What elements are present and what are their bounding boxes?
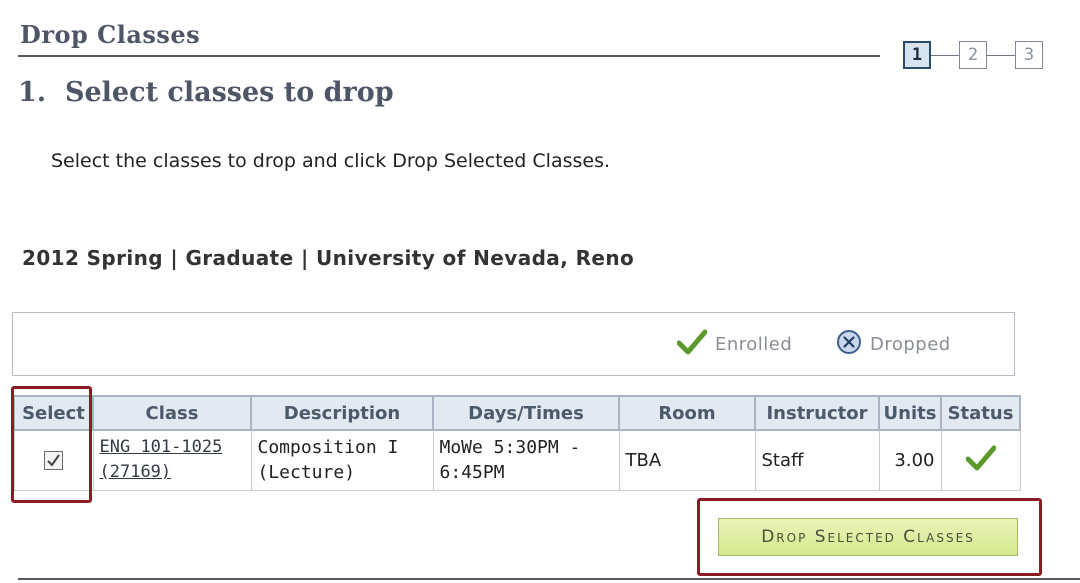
step-3: 3 [1015, 41, 1043, 69]
status-legend: Enrolled Dropped [12, 312, 1015, 376]
check-icon [676, 329, 708, 360]
step-2: 2 [959, 41, 987, 69]
bottom-divider [18, 578, 1080, 580]
days-times-line2: 6:45PM [439, 462, 505, 484]
legend-dropped-label: Dropped [870, 334, 951, 355]
room-cell: TBA [618, 429, 756, 491]
x-circle-icon [836, 329, 862, 360]
column-header-select: Select [13, 395, 94, 431]
class-id: (27169) [99, 462, 172, 483]
class-cell: ENG 101-1025 (27169) [92, 429, 252, 491]
check-icon [965, 445, 996, 476]
class-number: ENG 101-1025 [99, 437, 223, 458]
drop-selected-classes-button[interactable]: Drop Selected Classes [718, 518, 1018, 556]
legend-dropped: Dropped [836, 329, 951, 360]
column-header-days-times: Days/Times [432, 395, 620, 431]
table-row: ENG 101-1025 (27169) Composition I (Lect… [13, 429, 1021, 491]
title-divider [18, 55, 880, 57]
table-header-row: Select Class Description Days/Times Room… [13, 395, 1021, 431]
column-header-instructor: Instructor [754, 395, 880, 431]
instructions-text: Select the classes to drop and click Dro… [51, 150, 611, 172]
column-header-units: Units [878, 395, 942, 431]
instructor-cell: Staff [754, 429, 880, 491]
description-title: Composition I [257, 437, 399, 459]
description-type: (Lecture) [257, 462, 356, 484]
page-title: Drop Classes [20, 20, 201, 49]
status-cell [940, 429, 1021, 491]
section-heading: 1. Select classes to drop [18, 77, 394, 108]
units-cell: 3.00 [878, 429, 942, 491]
days-times-cell: MoWe 5:30PM - 6:45PM [432, 429, 620, 491]
column-header-status: Status [940, 395, 1021, 431]
step-connector [987, 55, 1015, 56]
legend-enrolled: Enrolled [676, 329, 793, 360]
class-link[interactable]: ENG 101-1025 (27169) [100, 435, 245, 485]
column-header-description: Description [250, 395, 434, 431]
term-heading: 2012 Spring | Graduate | University of N… [22, 246, 635, 270]
step-connector [931, 55, 959, 56]
days-times-line1: MoWe 5:30PM - [439, 437, 581, 459]
classes-table: Select Class Description Days/Times Room… [13, 395, 1021, 491]
step-1: 1 [903, 41, 931, 69]
legend-enrolled-label: Enrolled [715, 334, 793, 355]
select-cell [13, 429, 94, 491]
column-header-room: Room [618, 395, 756, 431]
description-cell: Composition I (Lecture) [250, 429, 434, 491]
select-checkbox[interactable] [44, 451, 63, 471]
column-header-class: Class [92, 395, 252, 431]
